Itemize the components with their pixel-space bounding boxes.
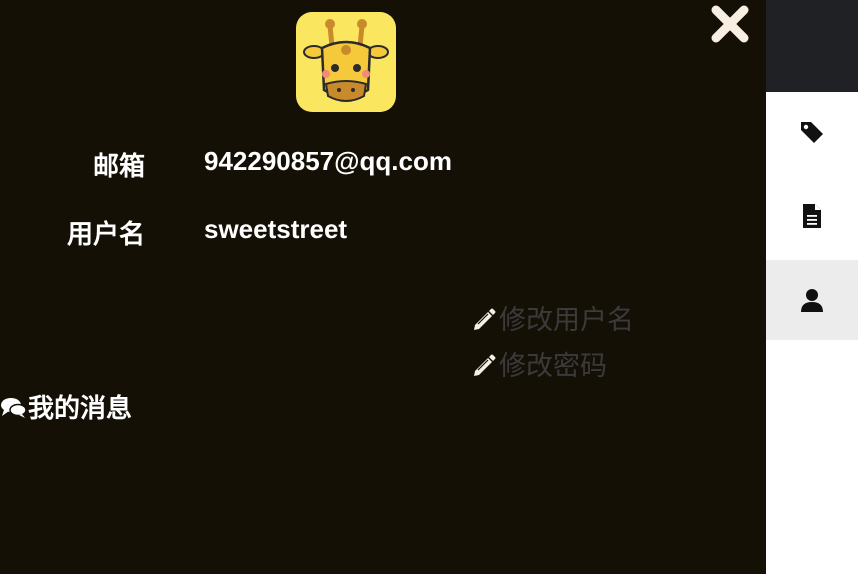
tag-icon [801, 122, 823, 143]
edit-username-label: 修改用户名 [499, 305, 634, 335]
close-icon[interactable] [706, 2, 754, 50]
comments-icon [1, 397, 27, 418]
sidebar-item-documents[interactable] [766, 176, 858, 256]
my-messages-link[interactable]: 我的消息 [0, 388, 132, 425]
user-icon [801, 289, 823, 312]
sidebar-header [766, 0, 858, 92]
email-label: 邮箱 [92, 151, 145, 181]
document-icon [803, 204, 821, 228]
edit-username-button[interactable]: 修改用户名 [471, 298, 634, 337]
pencil-icon [474, 354, 496, 376]
my-messages-label: 我的消息 [28, 393, 133, 423]
email-value: 942290857@qq.com [204, 146, 452, 176]
user-profile-panel: 邮箱 942290857@qq.com 用户名 sweetstreet 修改用户… [0, 0, 766, 574]
edit-password-label: 修改密码 [499, 351, 607, 381]
right-sidebar [766, 0, 858, 574]
username-label: 用户名 [66, 219, 145, 249]
sidebar-item-tags[interactable] [766, 92, 858, 172]
giraffe-avatar-icon [296, 12, 396, 112]
username-value: sweetstreet [204, 214, 348, 244]
pencil-icon [474, 308, 496, 330]
sidebar-item-user[interactable] [766, 260, 858, 340]
edit-password-button[interactable]: 修改密码 [471, 344, 607, 383]
